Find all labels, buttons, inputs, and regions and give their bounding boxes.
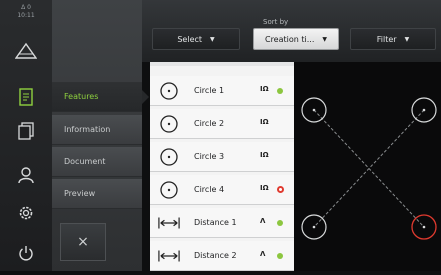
signal-indicator: Δ 0 [21,4,31,11]
settings-icon[interactable] [0,200,52,226]
report-icon[interactable] [0,84,52,110]
feature-type: Λ [260,217,266,225]
navigation-menu: Features Information Document Preview × [52,0,149,271]
feature-type: IΩ [260,184,269,192]
feature-type: Λ [260,250,266,258]
circle-center-marker [312,225,316,229]
caret-down-icon: ▼ [404,35,410,43]
sort-dropdown[interactable]: Creation ti... ▼ [253,28,339,50]
feature-row[interactable]: Circle 2 IΩ [150,109,294,139]
icon-rail: Δ 0 10:11 [0,0,52,271]
power-icon[interactable] [0,240,52,266]
status-ok-icon [277,88,283,94]
feature-name: Circle 2 [194,119,225,128]
sort-value: Creation ti... [264,34,315,44]
close-icon: × [77,234,89,250]
nav-item-preview[interactable]: Preview [52,179,142,209]
sort-by-label: Sort by [263,18,289,26]
feature-name: Circle 1 [194,86,225,95]
nav-item-label: Features [64,92,99,101]
circle-feature-icon [158,147,180,167]
part-viewer[interactable] [294,62,441,271]
user-icon[interactable] [0,162,52,188]
nav-item-document[interactable]: Document [52,147,142,177]
distance-feature-icon [158,246,180,266]
feature-type: IΩ [260,85,269,93]
circle-center-marker [422,108,426,112]
feature-row[interactable]: Circle 3 IΩ [150,142,294,172]
circle-feature-icon [158,81,180,101]
filter-label: Filter [376,34,397,44]
status-area: Δ 0 10:11 [0,4,52,20]
nav-item-features[interactable]: Features [52,82,149,112]
feature-type: IΩ [260,118,269,126]
feature-list: Circle 1 IΩ Circle 2 IΩ Circle 3 IΩ Circ… [150,62,294,271]
feature-name: Circle 4 [194,185,225,194]
feature-name: Distance 1 [194,218,237,227]
distance-feature-icon [158,213,180,233]
clock: 10:11 [17,12,35,19]
feature-row[interactable]: Circle 4 IΩ [150,175,294,205]
circle-center-marker [422,225,426,229]
documents-icon[interactable] [0,118,52,144]
status-ok-icon [277,253,283,259]
feature-name: Circle 3 [194,152,225,161]
status-error-icon [277,186,284,193]
nav-item-label: Preview [64,189,96,198]
select-label: Select [177,34,203,44]
feature-type: IΩ [260,151,269,159]
nav-item-information[interactable]: Information [52,115,142,145]
nav-item-label: Information [64,125,111,134]
status-ok-icon [277,220,283,226]
feature-row[interactable]: Distance 1 Λ [150,208,294,238]
viewer-canvas [301,97,437,240]
filter-dropdown[interactable]: Filter ▼ [350,28,436,50]
feature-name: Distance 2 [194,251,237,260]
feature-row[interactable]: Circle 1 IΩ [150,76,294,106]
caret-down-icon: ▼ [210,35,215,43]
select-dropdown[interactable]: Select ▼ [152,28,240,50]
circle-feature-icon [158,114,180,134]
close-button[interactable]: × [60,223,106,261]
caret-down-icon: ▼ [322,35,327,43]
nav-item-label: Document [64,157,106,166]
list-scroll-edge [150,62,294,66]
toolbar: Sort by Select ▼ Creation ti... ▼ Filter… [142,0,441,62]
home-icon[interactable] [0,38,52,64]
circle-feature-icon [158,180,180,200]
feature-row[interactable]: Distance 2 Λ [150,241,294,271]
circle-center-marker [312,108,316,112]
